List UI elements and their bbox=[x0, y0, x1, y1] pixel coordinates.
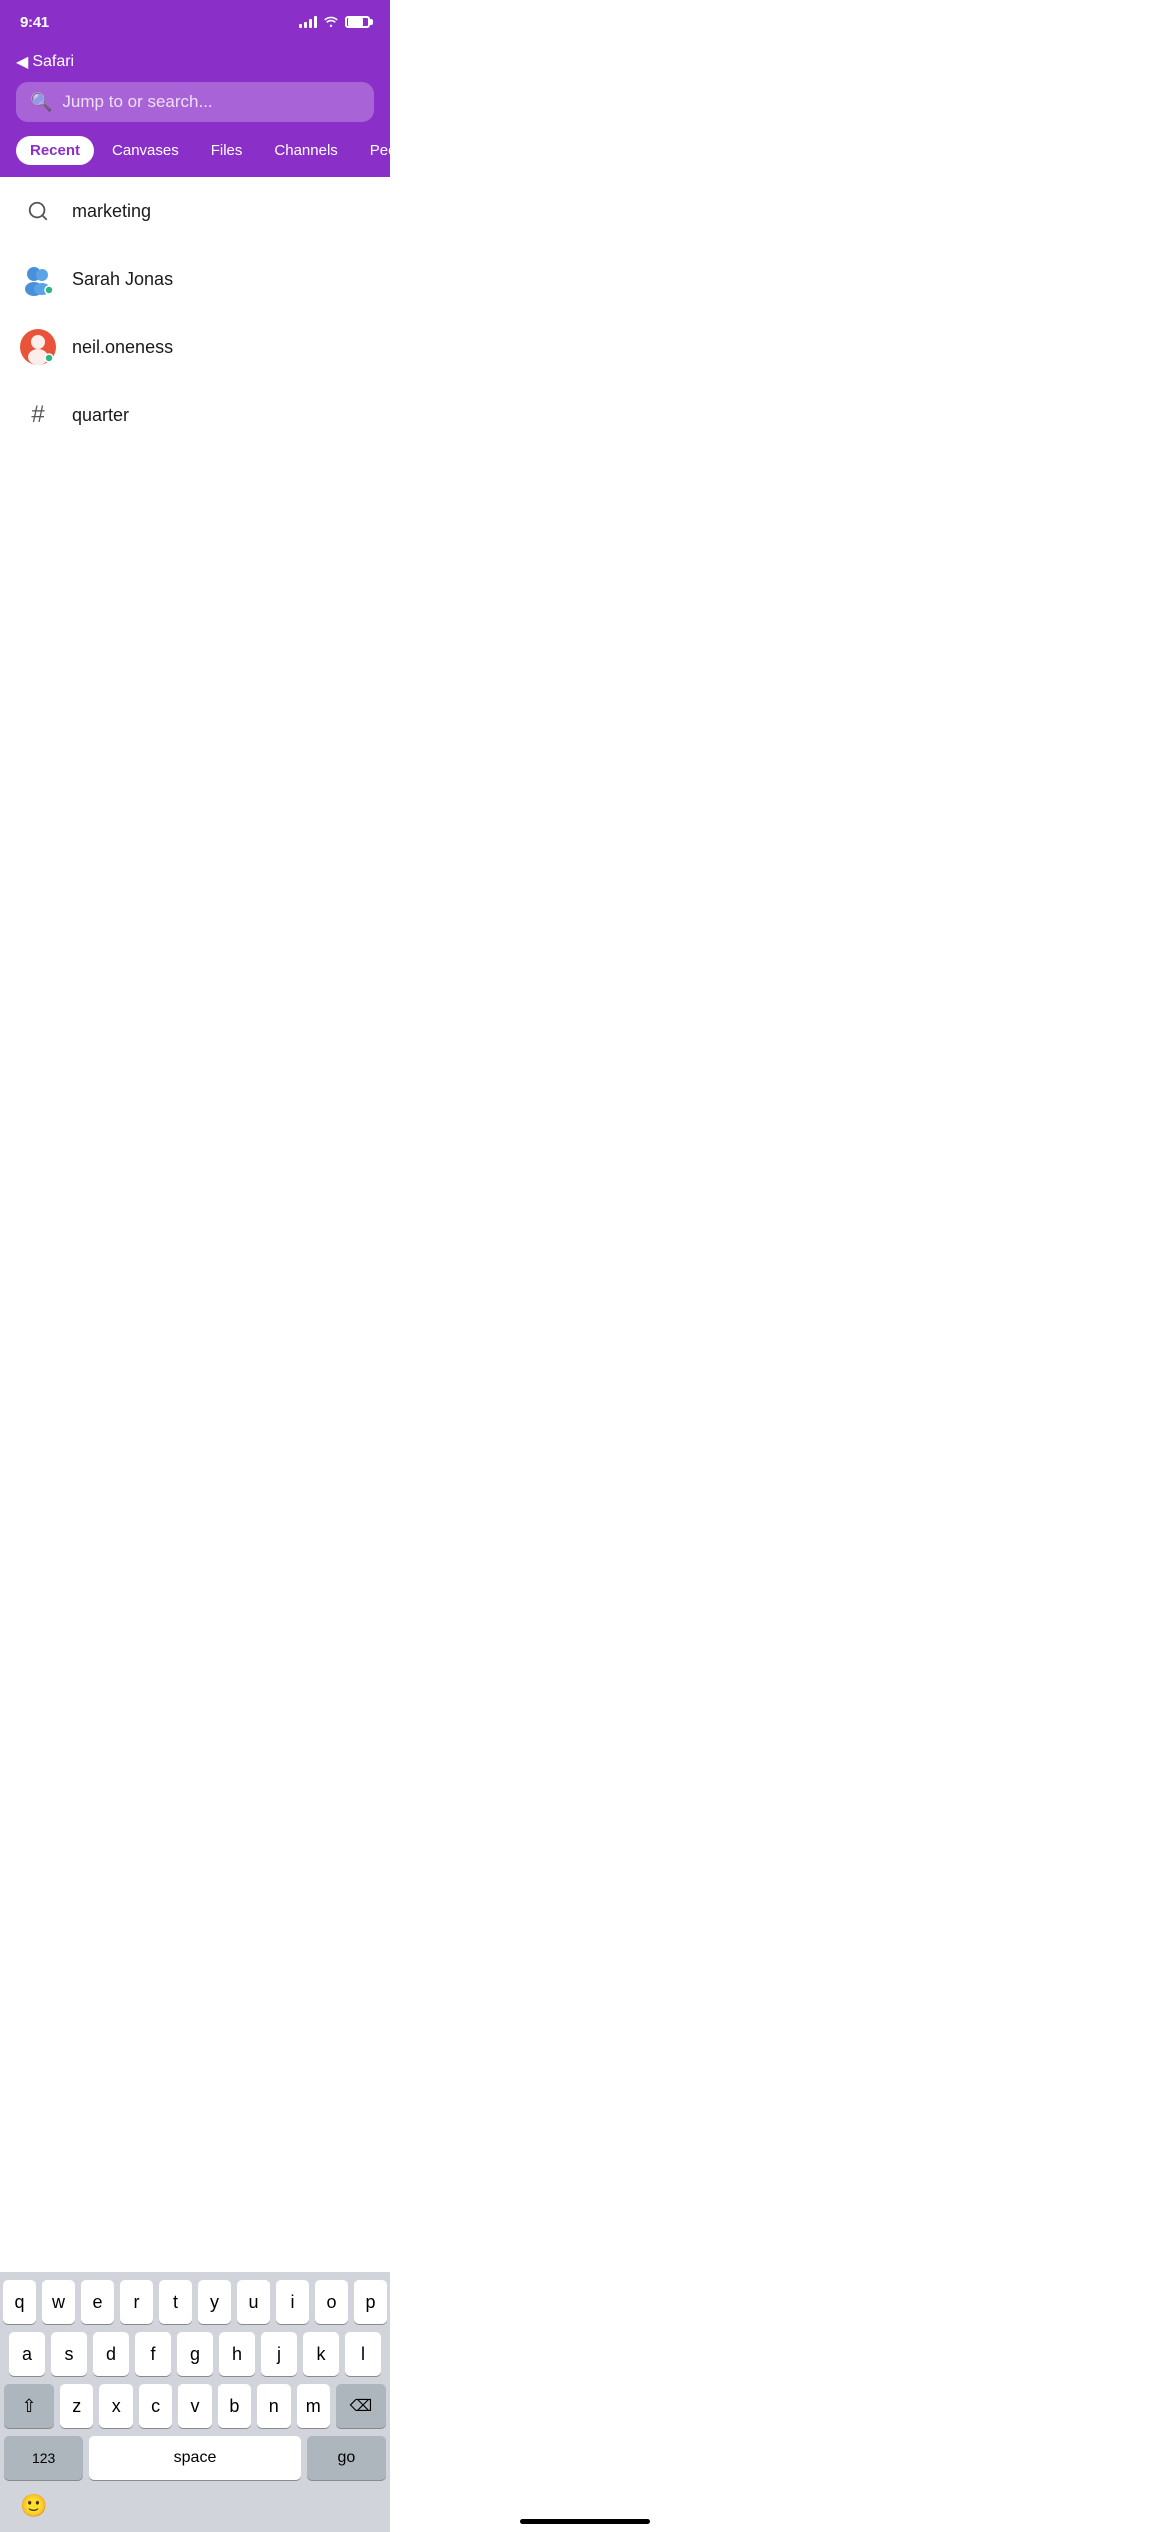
key-v[interactable]: v bbox=[178, 2384, 211, 2428]
key-z[interactable]: z bbox=[60, 2384, 93, 2428]
result-label: neil.oneness bbox=[72, 337, 173, 358]
list-item[interactable]: marketing bbox=[0, 177, 390, 245]
back-arrow-icon: ◀ bbox=[16, 52, 28, 72]
key-b[interactable]: b bbox=[218, 2384, 251, 2428]
search-icon: 🔍 bbox=[30, 92, 52, 113]
key-s[interactable]: s bbox=[51, 2332, 87, 2376]
results-list: marketing Sarah Jonas bbox=[0, 177, 390, 449]
key-f[interactable]: f bbox=[135, 2332, 171, 2376]
hash-icon: # bbox=[20, 397, 56, 433]
go-key[interactable]: go bbox=[307, 2436, 386, 2480]
numbers-key[interactable]: 123 bbox=[4, 2436, 83, 2480]
key-o[interactable]: o bbox=[315, 2280, 348, 2324]
result-label: marketing bbox=[72, 201, 151, 222]
avatar bbox=[20, 261, 56, 297]
tab-files[interactable]: Files bbox=[197, 136, 257, 165]
home-indicator bbox=[520, 2519, 650, 2524]
back-button[interactable]: ◀ Safari bbox=[16, 52, 374, 72]
key-u[interactable]: u bbox=[237, 2280, 270, 2324]
space-key[interactable]: space bbox=[89, 2436, 300, 2480]
shift-key[interactable]: ⇧ bbox=[4, 2384, 54, 2428]
wifi-icon bbox=[323, 14, 339, 30]
search-result-icon bbox=[20, 193, 56, 229]
key-t[interactable]: t bbox=[159, 2280, 192, 2324]
key-n[interactable]: n bbox=[257, 2384, 290, 2428]
search-input[interactable]: Jump to or search... bbox=[62, 92, 212, 112]
keyboard-row-2: a s d f g h j k l bbox=[4, 2332, 386, 2376]
key-g[interactable]: g bbox=[177, 2332, 213, 2376]
list-item[interactable]: neil.oneness bbox=[0, 313, 390, 381]
result-label: Sarah Jonas bbox=[72, 269, 173, 290]
list-item[interactable]: # quarter bbox=[0, 381, 390, 449]
tab-recent[interactable]: Recent bbox=[16, 136, 94, 165]
status-time: 9:41 bbox=[20, 14, 49, 31]
keyboard-row-4: 123 space go bbox=[4, 2436, 386, 2484]
key-h[interactable]: h bbox=[219, 2332, 255, 2376]
key-d[interactable]: d bbox=[93, 2332, 129, 2376]
key-m[interactable]: m bbox=[297, 2384, 330, 2428]
key-c[interactable]: c bbox=[139, 2384, 172, 2428]
key-q[interactable]: q bbox=[3, 2280, 36, 2324]
key-k[interactable]: k bbox=[303, 2332, 339, 2376]
search-bar[interactable]: 🔍 Jump to or search... bbox=[16, 82, 374, 122]
key-r[interactable]: r bbox=[120, 2280, 153, 2324]
tab-canvases[interactable]: Canvases bbox=[98, 136, 193, 165]
status-bar: 9:41 bbox=[0, 0, 390, 44]
key-i[interactable]: i bbox=[276, 2280, 309, 2324]
list-item[interactable]: Sarah Jonas bbox=[0, 245, 390, 313]
key-y[interactable]: y bbox=[198, 2280, 231, 2324]
key-w[interactable]: w bbox=[42, 2280, 75, 2324]
keyboard-row-3: ⇧ z x c v b n m ⌫ bbox=[4, 2384, 386, 2428]
keyboard: q w e r t y u i o p a s d f g h j k l ⇧ … bbox=[0, 2272, 390, 2532]
status-icons bbox=[299, 14, 370, 30]
delete-key[interactable]: ⌫ bbox=[336, 2384, 386, 2428]
filter-tabs: Recent Canvases Files Channels People bbox=[0, 136, 390, 177]
tab-people[interactable]: People bbox=[356, 136, 390, 165]
avatar bbox=[20, 329, 56, 365]
key-l[interactable]: l bbox=[345, 2332, 381, 2376]
signal-icon bbox=[299, 16, 317, 28]
emoji-button[interactable]: 🙂 bbox=[20, 2493, 47, 2519]
back-label: Safari bbox=[32, 53, 74, 71]
emoji-bar: 🙂 bbox=[4, 2484, 386, 2528]
tab-channels[interactable]: Channels bbox=[260, 136, 351, 165]
key-x[interactable]: x bbox=[99, 2384, 132, 2428]
battery-icon bbox=[345, 16, 370, 28]
key-j[interactable]: j bbox=[261, 2332, 297, 2376]
result-label: quarter bbox=[72, 405, 129, 426]
key-p[interactable]: p bbox=[354, 2280, 387, 2324]
key-a[interactable]: a bbox=[9, 2332, 45, 2376]
header: ◀ Safari 🔍 Jump to or search... bbox=[0, 44, 390, 136]
keyboard-row-1: q w e r t y u i o p bbox=[4, 2280, 386, 2324]
key-e[interactable]: e bbox=[81, 2280, 114, 2324]
